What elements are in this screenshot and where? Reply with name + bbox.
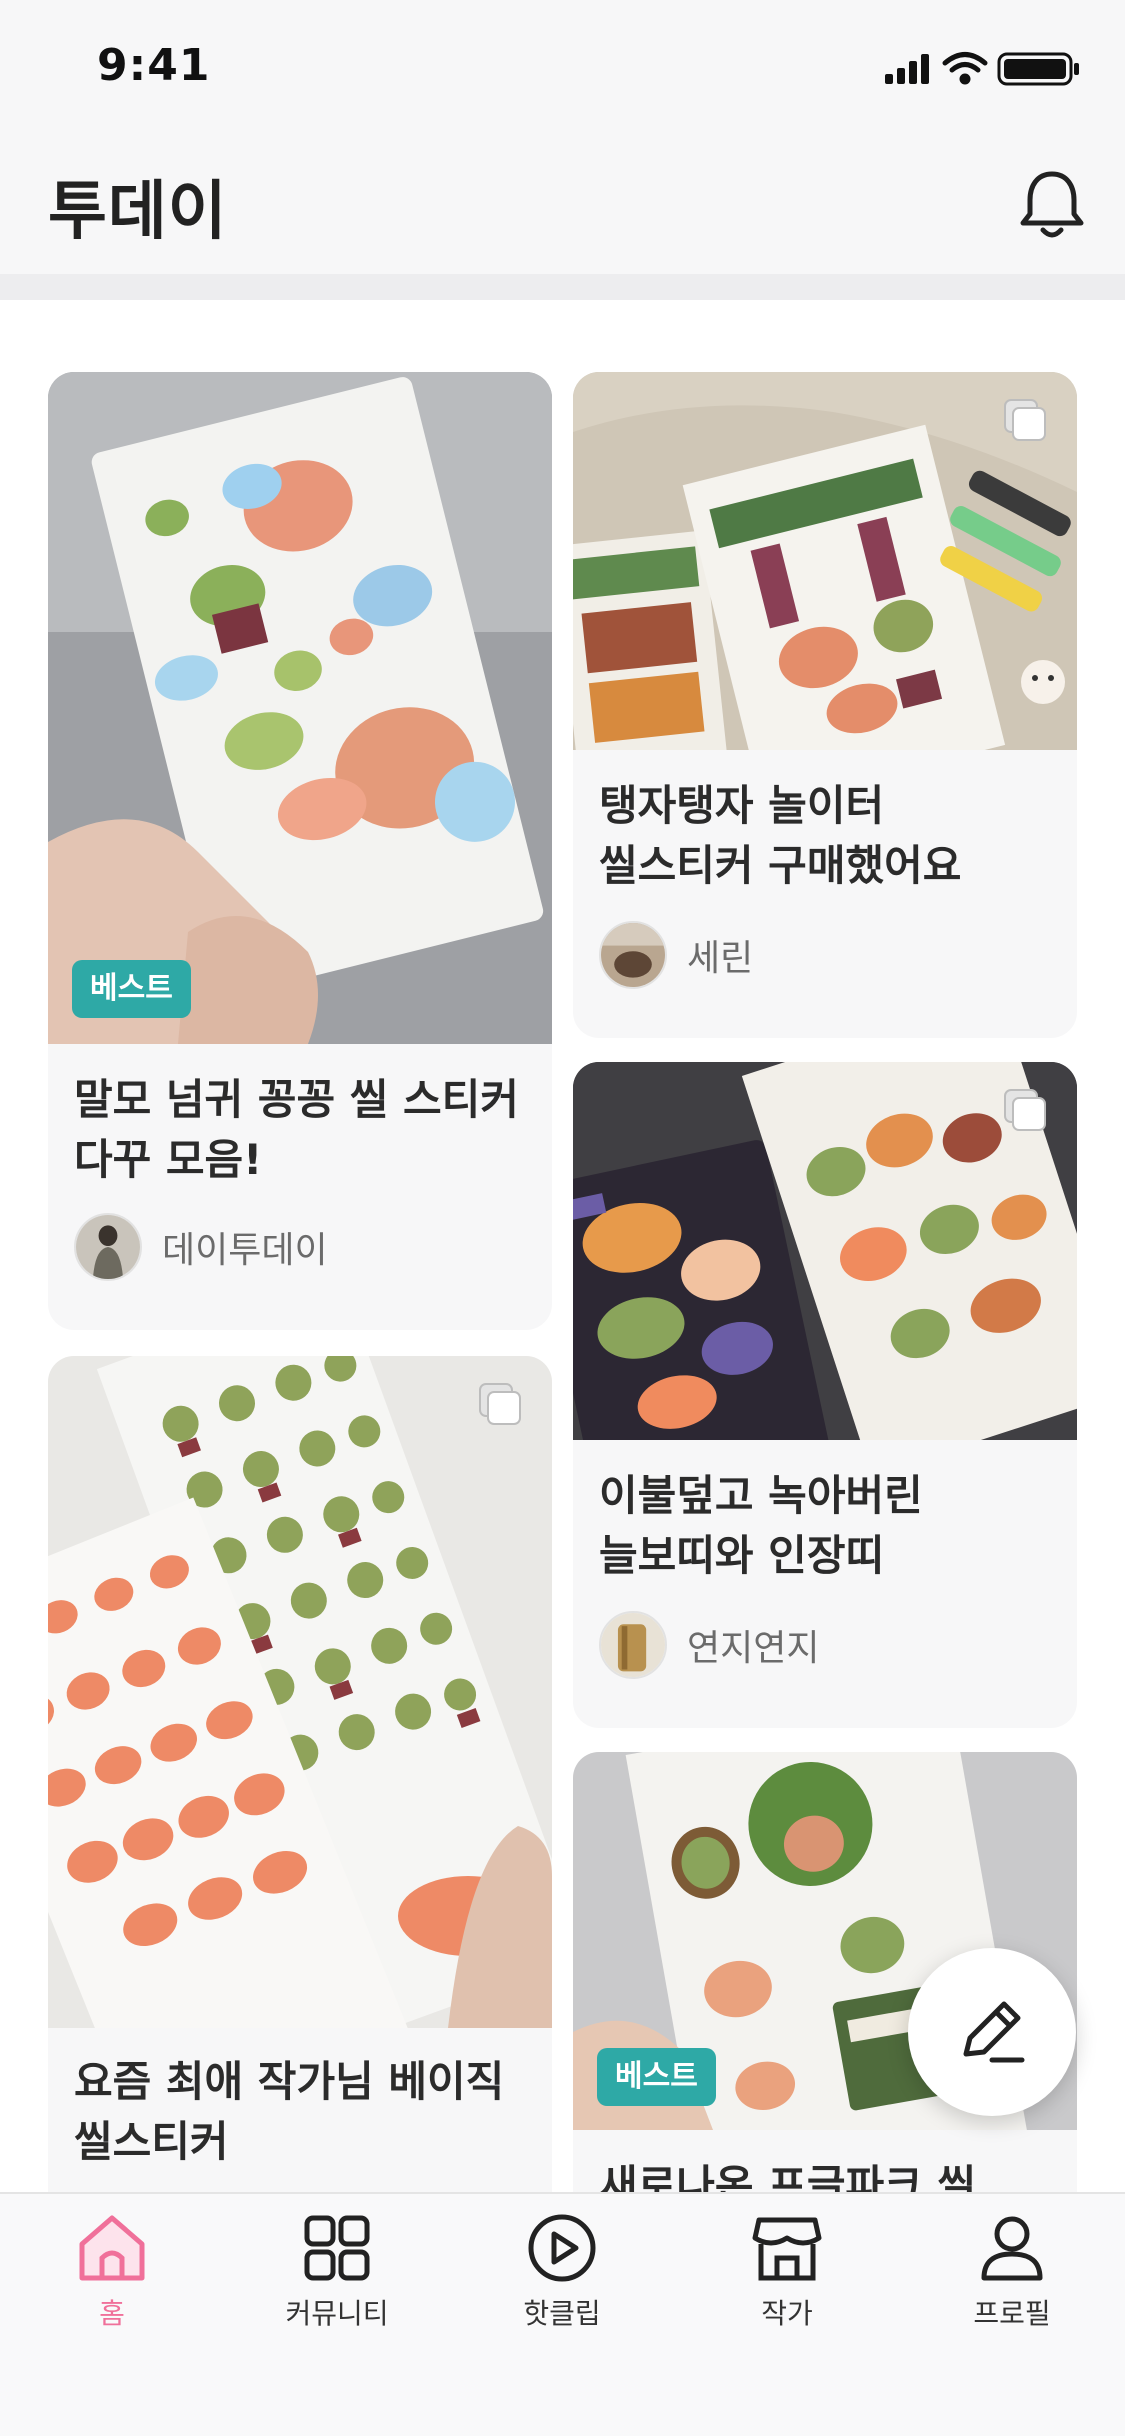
- nav-artist[interactable]: 작가: [697, 2208, 877, 2348]
- author-name: 세린: [687, 938, 754, 979]
- card-title[interactable]: 이불덮고 녹아버린 늘보띠와 인장띠: [599, 1466, 1051, 1586]
- card-image[interactable]: [48, 1356, 552, 2028]
- wifi-icon: [942, 52, 988, 85]
- card-image[interactable]: [48, 372, 552, 1044]
- nav-label: 홈: [99, 2297, 125, 2330]
- avatar: [74, 1213, 142, 1281]
- write-button[interactable]: [908, 1948, 1076, 2116]
- multi-image-icon: [1004, 399, 1046, 441]
- feed-card[interactable]: 이불덮고 녹아버린 늘보띠와 인장띠 연지연지: [573, 1062, 1077, 1728]
- best-badge: 베스트: [72, 960, 191, 1018]
- play-circle-icon: [528, 2214, 596, 2282]
- card-author[interactable]: 데이투데이: [74, 1212, 328, 1282]
- author-name: 연지연지: [687, 1628, 820, 1669]
- today-screen: 9:41 투데이 베스트 말모 넘귀 꽁꽁 씰 스티커 다꾸 모음! 데이투데이…: [0, 0, 1125, 2436]
- nav-home[interactable]: 홈: [22, 2208, 202, 2348]
- grid-icon: [304, 2215, 370, 2281]
- status-icons: [885, 52, 1079, 86]
- card-title[interactable]: 탱자탱자 놀이터 씰스티커 구매했어요: [599, 776, 1051, 896]
- signal-icon: [885, 54, 929, 84]
- multi-image-icon: [479, 1383, 521, 1425]
- best-badge: 베스트: [597, 2048, 716, 2106]
- card-title[interactable]: 말모 넘귀 꽁꽁 씰 스티커 다꾸 모음!: [74, 1070, 526, 1190]
- feed: 베스트 말모 넘귀 꽁꽁 씰 스티커 다꾸 모음! 데이투데이 요즘 최애 작가…: [0, 300, 1125, 2192]
- card-title[interactable]: 요즘 최애 작가님 베이직 씰스티커: [74, 2052, 526, 2172]
- top-bar: 9:41 투데이: [0, 0, 1125, 274]
- card-title[interactable]: 새로나온 프글파크 씰 스티: [599, 2156, 1051, 2192]
- bell-icon[interactable]: [1017, 166, 1087, 242]
- nav-label: 커뮤니티: [285, 2297, 389, 2330]
- status-time: 9:41: [97, 40, 211, 91]
- author-name: 데이투데이: [162, 1230, 328, 1271]
- pencil-icon: [963, 2001, 1025, 2063]
- nav-hotclip[interactable]: 핫클립: [472, 2208, 652, 2348]
- card-author[interactable]: 세린: [599, 920, 753, 990]
- nav-profile[interactable]: 프로필: [922, 2208, 1102, 2348]
- home-icon: [79, 2215, 145, 2281]
- nav-community[interactable]: 커뮤니티: [247, 2208, 427, 2348]
- battery-icon: [997, 52, 1079, 86]
- feed-card[interactable]: 탱자탱자 놀이터 씰스티커 구매했어요 세린: [573, 372, 1077, 1038]
- shop-icon: [752, 2217, 822, 2281]
- feed-card[interactable]: 베스트 말모 넘귀 꽁꽁 씰 스티커 다꾸 모음! 데이투데이: [48, 372, 552, 1330]
- nav-label: 작가: [761, 2297, 813, 2330]
- bottom-nav: 홈 커뮤니티 핫클립 작가 프로필: [0, 2192, 1125, 2436]
- page-title: 투데이: [48, 175, 228, 249]
- multi-image-icon: [1004, 1089, 1046, 1131]
- person-icon: [981, 2216, 1043, 2281]
- nav-label: 프로필: [973, 2297, 1051, 2330]
- header-divider: [0, 274, 1125, 300]
- avatar: [599, 921, 667, 989]
- feed-card[interactable]: 요즘 최애 작가님 베이직 씰스티커: [48, 1356, 552, 2192]
- avatar: [599, 1611, 667, 1679]
- nav-label: 핫클립: [523, 2297, 601, 2330]
- card-author[interactable]: 연지연지: [599, 1610, 819, 1680]
